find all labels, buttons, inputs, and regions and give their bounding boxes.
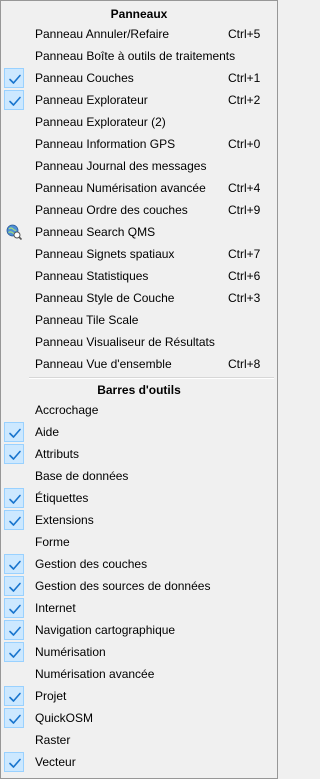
toolbar-item-base-de-donnees[interactable]: Base de données: [1, 465, 277, 487]
panel-item-panneau-boite-a-outils-de-traitements[interactable]: Panneau Boîte à outils de traitements: [1, 45, 277, 67]
toolbar-item-extensions[interactable]: Extensions: [1, 509, 277, 531]
panel-item-panneau-numerisation-avancee[interactable]: Panneau Numérisation avancée Ctrl+4: [1, 177, 277, 199]
menu-item-label: Panneau Annuler/Refaire: [35, 27, 170, 41]
menu-item-label: Panneau Tile Scale: [35, 313, 139, 327]
toolbar-item-vecteur[interactable]: Vecteur: [1, 751, 277, 773]
menu-item-label: Panneau Statistiques: [35, 269, 149, 283]
menu-item-label: Panneau Information GPS: [35, 137, 176, 151]
toolbar-item-attributs[interactable]: Attributs: [1, 443, 277, 465]
menu-item-label: Panneau Boîte à outils de traitements: [35, 49, 236, 63]
panel-item-panneau-tile-scale[interactable]: Panneau Tile Scale: [1, 309, 277, 331]
menu-item-label: Panneau Explorateur: [35, 93, 148, 107]
menu-item-label: QuickOSM: [35, 711, 94, 725]
shortcut-label: Ctrl+6: [228, 269, 261, 283]
shortcut-label: Ctrl+9: [228, 203, 261, 217]
shortcut-label: Ctrl+1: [228, 71, 261, 85]
toolbar-item-internet[interactable]: Internet: [1, 597, 277, 619]
menu-item-label: Forme: [35, 535, 70, 549]
menu-item-label: Panneau Style de Couche: [35, 291, 175, 305]
menu-item-label: Aide: [35, 425, 60, 439]
menu-item-label: Panneau Numérisation avancée: [35, 181, 206, 195]
shortcut-label: Ctrl+5: [228, 27, 261, 41]
toolbar-item-projet[interactable]: Projet: [1, 685, 277, 707]
panel-item-panneau-search-qms[interactable]: Panneau Search QMS: [1, 221, 277, 243]
toolbar-item-accrochage[interactable]: Accrochage: [1, 399, 277, 421]
toolbar-item-forme[interactable]: Forme: [1, 531, 277, 553]
shortcut-label: Ctrl+3: [228, 291, 261, 305]
menu-item-label: Panneau Search QMS: [35, 225, 156, 239]
menu-item-label: Panneau Explorateur (2): [35, 115, 166, 129]
checkmark-icon: [4, 510, 24, 530]
menu-item-label: Vecteur: [35, 755, 76, 769]
menu-item-label: Attributs: [35, 447, 80, 461]
checkmark-icon: [4, 488, 24, 508]
checkmark-icon: [4, 444, 24, 464]
menu-item-label: Panneau Vue d'ensemble: [35, 357, 172, 371]
shortcut-label: Ctrl+0: [228, 137, 261, 151]
checkmark-icon: [4, 708, 24, 728]
menu-item-label: Projet: [35, 689, 67, 703]
menu-item-label: Étiquettes: [35, 491, 89, 505]
menu-item-label: Accrochage: [35, 403, 99, 417]
toolbar-item-gestion-des-sources-de-donnees[interactable]: Gestion des sources de données: [1, 575, 277, 597]
shortcut-label: Ctrl+8: [228, 357, 261, 371]
menu-item-label: Panneau Visualiseur de Résultats: [35, 335, 215, 349]
menu-item-label: Navigation cartographique: [35, 623, 176, 637]
shortcut-label: Ctrl+2: [228, 93, 261, 107]
panel-item-panneau-signets-spatiaux[interactable]: Panneau Signets spatiaux Ctrl+7: [1, 243, 277, 265]
menu-item-label: Panneau Journal des messages: [35, 159, 207, 173]
menu-item-label: Panneau Ordre des couches: [35, 203, 188, 217]
checkmark-icon: [4, 598, 24, 618]
toolbar-item-numerisation-avancee[interactable]: Numérisation avancée: [1, 663, 277, 685]
panel-item-panneau-style-de-couche[interactable]: Panneau Style de Couche Ctrl+3: [1, 287, 277, 309]
toolbar-item-gestion-des-couches[interactable]: Gestion des couches: [1, 553, 277, 575]
toolbars-section-header: Barres d'outils: [97, 383, 181, 397]
panel-item-panneau-explorateur[interactable]: Panneau Explorateur Ctrl+2: [1, 89, 277, 111]
shortcut-label: Ctrl+4: [228, 181, 261, 195]
panel-item-panneau-statistiques[interactable]: Panneau Statistiques Ctrl+6: [1, 265, 277, 287]
checkmark-icon: [4, 554, 24, 574]
toolbar-item-etiquettes[interactable]: Étiquettes: [1, 487, 277, 509]
menu-item-label: Gestion des couches: [35, 557, 148, 571]
panel-item-panneau-visualiseur-de-resultats[interactable]: Panneau Visualiseur de Résultats: [1, 331, 277, 353]
menu-item-label: Internet: [35, 601, 76, 615]
menu-item-label: Extensions: [35, 513, 94, 527]
toolbar-item-numerisation[interactable]: Numérisation: [1, 641, 277, 663]
menu-item-label: Panneau Signets spatiaux: [35, 247, 175, 261]
checkmark-icon: [4, 686, 24, 706]
toolbar-item-aide[interactable]: Aide: [1, 421, 277, 443]
menu-item-label: Raster: [35, 733, 71, 747]
panel-item-panneau-annuler-refaire[interactable]: Panneau Annuler/Refaire Ctrl+5: [1, 23, 277, 45]
checkmark-icon: [4, 752, 24, 772]
checkmark-icon: [4, 68, 24, 88]
toolbar-item-navigation-cartographique[interactable]: Navigation cartographique: [1, 619, 277, 641]
panel-item-panneau-journal-des-messages[interactable]: Panneau Journal des messages: [1, 155, 277, 177]
panel-item-panneau-information-gps[interactable]: Panneau Information GPS Ctrl+0: [1, 133, 277, 155]
menu-item-label: Panneau Couches: [35, 71, 134, 85]
panel-item-panneau-ordre-des-couches[interactable]: Panneau Ordre des couches Ctrl+9: [1, 199, 277, 221]
globe-search-icon: [6, 224, 23, 241]
shortcut-label: Ctrl+7: [228, 247, 261, 261]
checkmark-icon: [4, 642, 24, 662]
view-menu-popup: Panneaux Panneau Annuler/Refaire Ctrl+5 Pa…: [0, 0, 278, 779]
panel-item-panneau-explorateur-2[interactable]: Panneau Explorateur (2): [1, 111, 277, 133]
panels-section-header: Panneaux: [110, 7, 168, 21]
menu-item-label: Numérisation avancée: [35, 667, 155, 681]
checkmark-icon: [4, 422, 24, 442]
panel-item-panneau-couches[interactable]: Panneau Couches Ctrl+1: [1, 67, 277, 89]
checkmark-icon: [4, 576, 24, 596]
toolbar-item-quickosm[interactable]: QuickOSM: [1, 707, 277, 729]
checkmark-icon: [4, 90, 24, 110]
menu-item-label: Base de données: [35, 469, 129, 483]
toolbar-item-raster[interactable]: Raster: [1, 729, 277, 751]
panel-item-panneau-vue-d-ensemble[interactable]: Panneau Vue d'ensemble Ctrl+8: [1, 353, 277, 375]
menu-item-label: Numérisation: [35, 645, 106, 659]
checkmark-icon: [4, 620, 24, 640]
menu-item-label: Gestion des sources de données: [35, 579, 211, 593]
